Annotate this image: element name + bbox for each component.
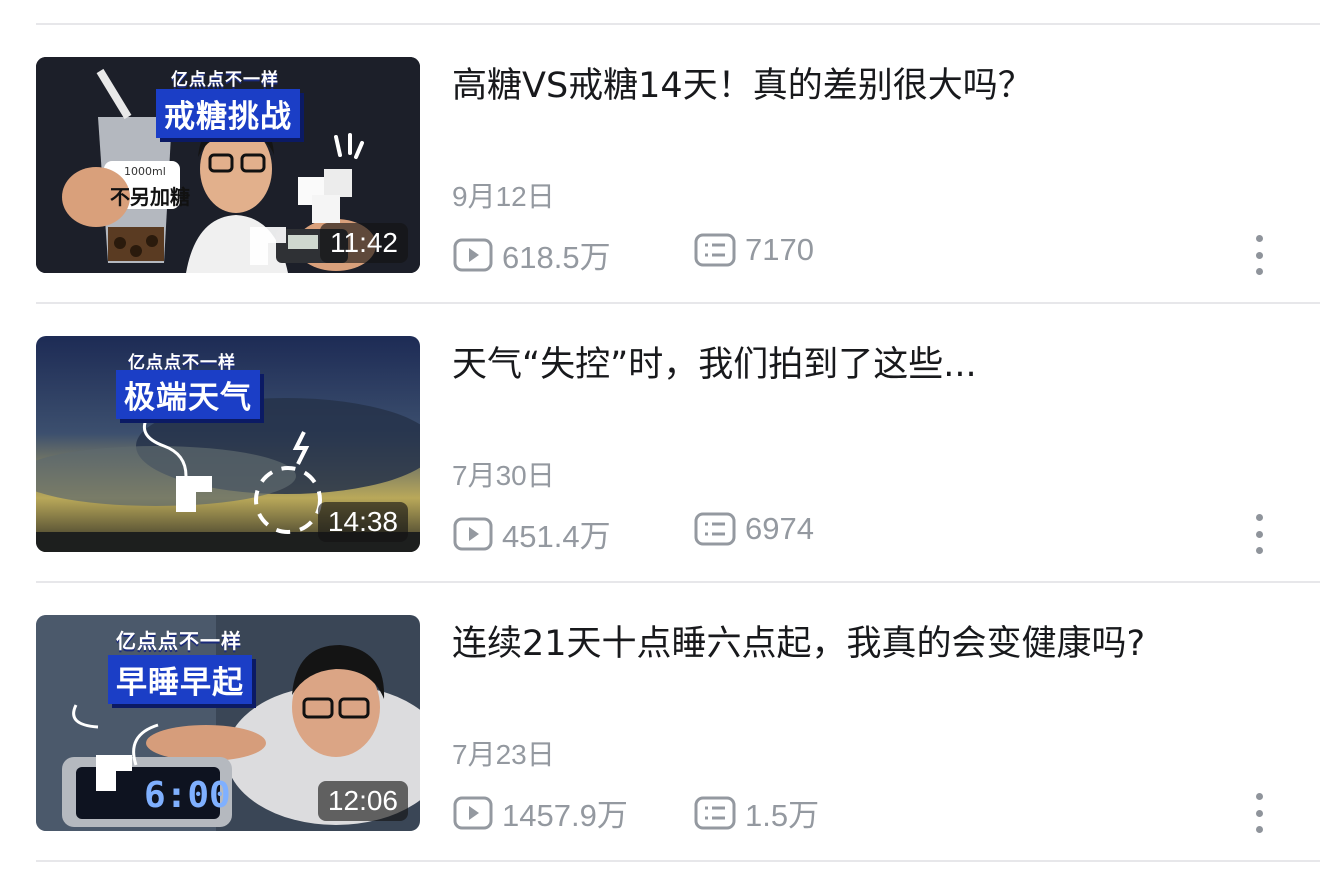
view-count: 451.4万	[452, 511, 611, 556]
view-count: 1457.9万	[452, 790, 628, 835]
video-thumbnail[interactable]: 亿点点不一样 早睡早起 6:00 12:06	[36, 615, 420, 831]
video-date: 7月23日	[452, 739, 555, 770]
comment-count: 6974	[693, 511, 814, 547]
video-title[interactable]: 天气“失控”时，我们拍到了这些...	[452, 338, 1220, 392]
video-date: 9月12日	[452, 181, 555, 212]
view-count-value: 618.5万	[502, 240, 611, 275]
comment-count-icon	[694, 233, 736, 267]
view-count: 618.5万	[452, 232, 611, 277]
comment-count: 1.5万	[693, 790, 819, 835]
comment-count-icon	[694, 796, 736, 829]
thumbnail-badge-main: 戒糖挑战	[156, 89, 300, 138]
video-list-item[interactable]: 亿点点不一样 极端天气 14:38 天气“失控”时，我们拍到了这些... 7月3…	[0, 336, 1320, 616]
video-duration: 14:38	[317, 502, 408, 542]
video-thumbnail[interactable]: 亿点点不一样 戒糖挑战 1000ml 不另加糖 11:42	[36, 57, 420, 273]
thumbnail-badge-main: 极端天气	[116, 370, 260, 419]
play-count-icon	[453, 238, 493, 271]
video-title[interactable]: 连续21天十点睡六点起，我真的会变健康吗?	[452, 617, 1220, 671]
video-duration: 11:42	[320, 223, 408, 263]
thumbnail-badge-main: 早睡早起	[108, 655, 252, 704]
video-list-item[interactable]: 亿点点不一样 早睡早起 6:00 12:06 连续21天十点睡六点起，我真的会变…	[0, 615, 1320, 895]
video-duration: 12:06	[317, 781, 408, 821]
thumbnail-clock-display: 6:00	[144, 775, 231, 816]
thumbnail-cup-label: 不另加糖	[110, 185, 190, 209]
view-count-value: 1457.9万	[502, 798, 628, 833]
comment-count: 7170	[693, 232, 814, 268]
comment-count-value: 1.5万	[745, 798, 820, 833]
play-count-icon	[453, 796, 493, 829]
video-thumbnail[interactable]: 亿点点不一样 极端天气 14:38	[36, 336, 420, 552]
thumbnail-cup-volume: 1000ml	[124, 165, 166, 178]
video-title[interactable]: 高糖VS戒糖14天！真的差别很大吗？	[452, 59, 1220, 113]
comment-count-value: 7170	[745, 232, 814, 267]
play-count-icon	[453, 517, 493, 550]
view-count-value: 451.4万	[502, 519, 611, 554]
video-list-item[interactable]: 亿点点不一样 戒糖挑战 1000ml 不另加糖 11:42 高糖VS戒糖14天！…	[0, 57, 1320, 337]
more-options-icon[interactable]	[1244, 793, 1274, 833]
comment-count-icon	[694, 512, 736, 546]
more-options-icon[interactable]	[1244, 235, 1274, 275]
thumbnail-badge-top: 亿点点不一样	[171, 70, 279, 90]
comment-count-value: 6974	[745, 511, 814, 546]
more-options-icon[interactable]	[1244, 514, 1274, 554]
top-divider	[36, 23, 1320, 25]
video-date: 7月30日	[452, 460, 555, 491]
thumbnail-badge-top: 亿点点不一样	[116, 629, 242, 653]
